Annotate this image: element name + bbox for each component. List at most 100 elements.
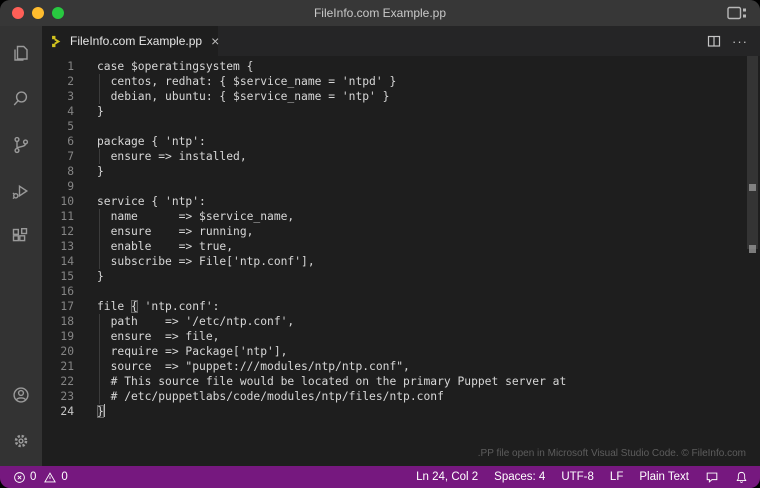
line-number: 15 bbox=[60, 270, 74, 283]
settings-button[interactable] bbox=[0, 420, 42, 466]
minimize-window-button[interactable] bbox=[32, 7, 44, 19]
puppet-file-icon bbox=[51, 35, 64, 48]
overview-ruler-mark bbox=[749, 245, 756, 253]
code-text: path => '/etc/ntp.conf', bbox=[97, 314, 295, 329]
code-line[interactable]: 5 bbox=[42, 119, 760, 134]
indent-guide bbox=[99, 374, 100, 389]
code-line[interactable]: 12 ensure => running, bbox=[42, 224, 760, 239]
line-number: 22 bbox=[60, 375, 74, 388]
status-bar-left: 0 0 bbox=[0, 471, 68, 484]
line-number: 9 bbox=[67, 180, 74, 193]
code-text: } bbox=[97, 105, 104, 118]
code-line[interactable]: 24} bbox=[42, 404, 760, 419]
code-line[interactable]: 1 case $operatingsystem { bbox=[42, 59, 760, 74]
code-line[interactable]: 21 source => "puppet:///modules/ntp/ntp.… bbox=[42, 359, 760, 374]
eol-setting[interactable]: LF bbox=[610, 471, 623, 483]
line-number: 17 bbox=[60, 300, 74, 313]
indent-guide bbox=[99, 89, 100, 104]
line-number: 24 bbox=[60, 405, 74, 418]
search-icon bbox=[9, 87, 33, 116]
notifications-bell-icon[interactable] bbox=[735, 470, 748, 484]
sidebar-item-run-debug[interactable] bbox=[0, 170, 42, 216]
indent-guide bbox=[99, 224, 100, 239]
code-line[interactable]: 4} bbox=[42, 104, 760, 119]
error-icon bbox=[13, 471, 26, 484]
language-mode[interactable]: Plain Text bbox=[639, 471, 689, 483]
code-text: subscribe => File['ntp.conf'], bbox=[97, 254, 315, 269]
code-text: } bbox=[97, 165, 104, 178]
feedback-icon[interactable] bbox=[705, 470, 719, 484]
code-line[interactable]: 23 # /etc/puppetlabs/code/modules/ntp/fi… bbox=[42, 389, 760, 404]
cursor-position[interactable]: Ln 24, Col 2 bbox=[416, 471, 478, 483]
line-number: 5 bbox=[67, 120, 74, 133]
sidebar-item-search[interactable] bbox=[0, 78, 42, 124]
line-number: 3 bbox=[67, 90, 74, 103]
git-branch-icon bbox=[9, 133, 33, 162]
problems-indicator[interactable]: 0 0 bbox=[13, 471, 68, 484]
indent-guide bbox=[99, 209, 100, 224]
code-text: # /etc/puppetlabs/code/modules/ntp/files… bbox=[97, 389, 444, 404]
indent-guide bbox=[99, 239, 100, 254]
line-number: 7 bbox=[67, 150, 74, 163]
vertical-scrollbar[interactable] bbox=[747, 56, 758, 249]
code-line[interactable]: 2 centos, redhat: { $service_name = 'ntp… bbox=[42, 74, 760, 89]
line-number: 1 bbox=[67, 60, 74, 73]
split-editor-icon[interactable] bbox=[706, 33, 722, 49]
line-number: 12 bbox=[60, 225, 74, 238]
files-icon bbox=[9, 41, 33, 70]
code-text: ensure => file, bbox=[97, 329, 220, 344]
code-line[interactable]: 19 ensure => file, bbox=[42, 329, 760, 344]
line-number: 10 bbox=[60, 195, 74, 208]
status-bar-right: Ln 24, Col 2 Spaces: 4 UTF-8 LF Plain Te… bbox=[416, 470, 760, 484]
code-line[interactable]: 17 file { 'ntp.conf': bbox=[42, 299, 760, 314]
code-line[interactable]: 8} bbox=[42, 164, 760, 179]
zoom-window-button[interactable] bbox=[52, 7, 64, 19]
sidebar-item-extensions[interactable] bbox=[0, 216, 42, 262]
account-icon bbox=[9, 383, 33, 412]
bracket-match: { bbox=[131, 300, 138, 313]
line-number: 18 bbox=[60, 315, 74, 328]
indent-guide bbox=[99, 314, 100, 329]
code-text: require => Package['ntp'], bbox=[97, 344, 288, 359]
code-line[interactable]: 9 bbox=[42, 179, 760, 194]
sidebar-item-source-control[interactable] bbox=[0, 124, 42, 170]
tab-close-icon[interactable]: × bbox=[208, 33, 222, 49]
code-line[interactable]: 16 bbox=[42, 284, 760, 299]
code-line[interactable]: 14 subscribe => File['ntp.conf'], bbox=[42, 254, 760, 269]
line-number: 11 bbox=[60, 210, 74, 223]
encoding-setting[interactable]: UTF-8 bbox=[561, 471, 594, 483]
code-line[interactable]: 15} bbox=[42, 269, 760, 284]
code-line[interactable]: 20 require => Package['ntp'], bbox=[42, 344, 760, 359]
window-title: FileInfo.com Example.pp bbox=[313, 6, 447, 20]
line-number: 6 bbox=[67, 135, 74, 148]
more-actions-icon[interactable]: ··· bbox=[732, 34, 748, 49]
code-text: package { 'ntp': bbox=[97, 135, 206, 148]
code-line[interactable]: 22 # This source file would be located o… bbox=[42, 374, 760, 389]
line-number: 16 bbox=[60, 285, 74, 298]
indentation-setting[interactable]: Spaces: 4 bbox=[494, 471, 545, 483]
code-line[interactable]: 18 path => '/etc/ntp.conf', bbox=[42, 314, 760, 329]
code-editor[interactable]: 1 case $operatingsystem {2 centos, redhat… bbox=[42, 56, 760, 466]
sidebar-item-explorer[interactable] bbox=[0, 32, 42, 78]
line-number: 14 bbox=[60, 255, 74, 268]
indent-guide bbox=[99, 359, 100, 374]
accounts-button[interactable] bbox=[0, 374, 42, 420]
code-line[interactable]: 13 enable => true, bbox=[42, 239, 760, 254]
customize-layout-icon[interactable] bbox=[726, 5, 748, 21]
code-line[interactable]: 11 name => $service_name, bbox=[42, 209, 760, 224]
close-window-button[interactable] bbox=[12, 7, 24, 19]
editor-watermark: .PP file open in Microsoft Visual Studio… bbox=[477, 448, 746, 459]
line-number: 4 bbox=[67, 105, 74, 118]
code-text: file { 'ntp.conf': bbox=[97, 300, 220, 313]
line-number: 23 bbox=[60, 390, 74, 403]
line-number: 21 bbox=[60, 360, 74, 373]
editor-group: FileInfo.com Example.pp × ··· 1 case $ope… bbox=[42, 26, 760, 466]
code-line[interactable]: 10 service { 'ntp': bbox=[42, 194, 760, 209]
tab-fileinfo-example[interactable]: FileInfo.com Example.pp × bbox=[42, 26, 219, 56]
code-text: service { 'ntp': bbox=[97, 195, 206, 208]
code-line[interactable]: 6 package { 'ntp': bbox=[42, 134, 760, 149]
tab-bar: FileInfo.com Example.pp × ··· bbox=[42, 26, 760, 56]
code-text: enable => true, bbox=[97, 239, 234, 254]
code-line[interactable]: 7 ensure => installed, bbox=[42, 149, 760, 164]
code-line[interactable]: 3 debian, ubuntu: { $service_name = 'ntp… bbox=[42, 89, 760, 104]
